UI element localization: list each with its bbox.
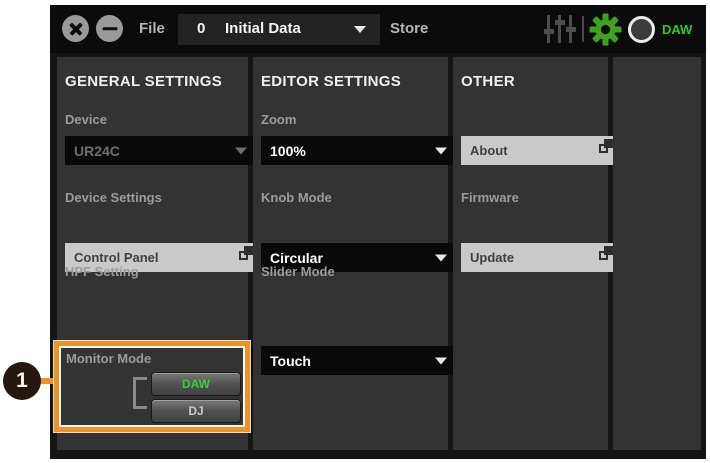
chevron-down-icon <box>354 26 366 33</box>
slider-mode-label: Slider Mode <box>261 264 335 279</box>
other-panel: OTHER About Firmware Update <box>453 57 608 450</box>
about-button[interactable]: About <box>461 136 616 165</box>
general-settings-header: GENERAL SETTINGS <box>65 73 222 90</box>
preset-dropdown[interactable]: 0 Initial Data <box>178 14 380 45</box>
monitor-mode-daw-button[interactable]: DAW <box>151 372 241 396</box>
device-value: UR24C <box>74 143 120 159</box>
device-settings-label: Device Settings <box>65 190 162 205</box>
zoom-dropdown[interactable]: 100% <box>261 136 456 165</box>
close-button[interactable] <box>62 15 89 42</box>
store-button[interactable]: Store <box>390 20 428 37</box>
manual-screenshot-page: File 0 Initial Data Store <box>0 0 710 463</box>
daw-indicator-label: DAW <box>662 22 692 37</box>
preset-name: Initial Data <box>225 20 301 37</box>
monitor-mode-label: Monitor Mode <box>66 351 151 366</box>
zoom-value: 100% <box>270 143 306 159</box>
zoom-label: Zoom <box>261 112 296 127</box>
firmware-label: Firmware <box>461 190 519 205</box>
monitor-mode-highlight-box: Monitor Mode DAW DJ <box>54 341 250 432</box>
slider-mode-value: Touch <box>270 353 311 369</box>
file-label: File <box>139 20 165 37</box>
open-panel-icon <box>599 139 613 153</box>
open-panel-icon <box>239 246 253 260</box>
monitor-mode-bracket <box>133 377 147 409</box>
preset-number: 0 <box>197 20 205 37</box>
chevron-down-icon <box>235 147 247 154</box>
monitor-indicator-icon[interactable] <box>628 16 655 43</box>
open-panel-icon <box>599 246 613 260</box>
titlebar-divider <box>582 16 584 42</box>
firmware-update-button[interactable]: Update <box>461 243 616 272</box>
knob-mode-label: Knob Mode <box>261 190 332 205</box>
other-header: OTHER <box>461 73 515 90</box>
chevron-down-icon <box>435 147 447 154</box>
device-label: Device <box>65 112 107 127</box>
callout-number-badge: 1 <box>3 362 41 400</box>
titlebar: File 0 Initial Data Store <box>50 5 706 53</box>
chevron-down-icon <box>435 254 447 261</box>
chevron-down-icon <box>435 357 447 364</box>
hpf-setting-label: HPF Setting <box>65 264 139 279</box>
monitor-mode-dj-button[interactable]: DJ <box>151 399 241 423</box>
slider-mode-dropdown[interactable]: Touch <box>261 346 456 375</box>
device-dropdown[interactable]: UR24C <box>65 136 256 165</box>
channel-strip-icon[interactable] <box>544 15 576 43</box>
minimize-icon <box>102 27 117 31</box>
editor-settings-panel: EDITOR SETTINGS Zoom 100% Knob Mode Circ… <box>253 57 448 450</box>
minimize-button[interactable] <box>96 15 123 42</box>
setup-gear-icon[interactable] <box>589 13 622 46</box>
empty-panel <box>613 57 701 450</box>
editor-settings-header: EDITOR SETTINGS <box>261 73 401 90</box>
